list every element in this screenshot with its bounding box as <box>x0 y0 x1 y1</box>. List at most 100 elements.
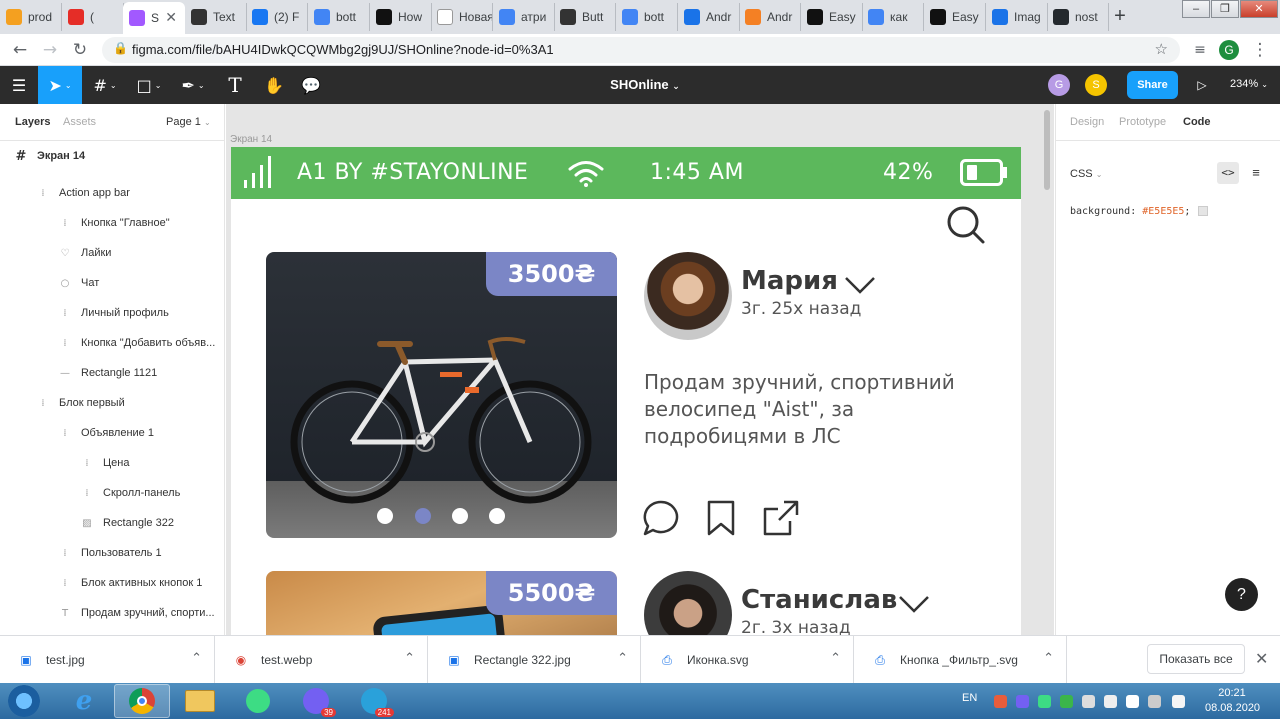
code-language-selector[interactable]: CSS ⌄ <box>1070 168 1102 180</box>
frame-label[interactable]: Экран 14 <box>230 134 272 145</box>
user-avatar[interactable] <box>644 571 732 635</box>
forward-icon[interactable]: → <box>38 38 62 62</box>
chevron-up-icon[interactable]: ⌃ <box>617 651 628 666</box>
browser-tab[interactable]: bott <box>616 3 678 31</box>
product-image[interactable]: 3500₴ <box>266 252 617 538</box>
internet-explorer-icon[interactable]: e <box>56 684 112 718</box>
tab-layers[interactable]: Layers <box>15 116 50 128</box>
tab-design[interactable]: Design <box>1070 116 1104 128</box>
document-title[interactable]: SHOnline ⌄ <box>560 77 730 92</box>
browser-tab[interactable]: ( <box>62 3 124 31</box>
tray-icon[interactable] <box>1060 695 1073 708</box>
layer-item[interactable]: ⁞ Блок первый <box>0 388 224 418</box>
layer-item[interactable]: ⁞ Цена <box>0 448 224 478</box>
move-tool-icon[interactable]: ➤ ⌄ <box>38 66 82 104</box>
chevron-down-icon[interactable] <box>898 595 930 613</box>
layer-item[interactable]: ⁞ Кнопка "Главное" <box>0 208 224 238</box>
browser-tab[interactable]: bott <box>308 3 370 31</box>
new-tab-button[interactable]: + <box>1106 5 1134 29</box>
layer-item[interactable]: ⁞ Скролл-панель <box>0 478 224 508</box>
download-item[interactable]: ⎙ Иконка.svg ⌃ <box>641 636 854 684</box>
hamburger-menu-icon[interactable]: ☰ <box>0 66 38 104</box>
tab-assets[interactable]: Assets <box>63 116 96 128</box>
present-play-icon[interactable]: ▷ <box>1190 66 1214 104</box>
share-button[interactable]: Share <box>1127 71 1178 99</box>
layer-item[interactable]: ○ Чат <box>0 268 224 298</box>
tray-icon[interactable] <box>1016 695 1029 708</box>
page-selector[interactable]: Page 1 ⌄ <box>166 116 211 128</box>
layer-item[interactable]: ⁞ Блок активных кнопок 1 <box>0 568 224 598</box>
comment-icon[interactable] <box>642 499 680 537</box>
tab-prototype[interactable]: Prototype <box>1119 116 1166 128</box>
browser-tab[interactable]: Easy <box>801 3 863 31</box>
comment-tool-icon[interactable]: 💬 <box>294 66 328 104</box>
browser-tab[interactable]: Easy <box>924 3 986 31</box>
chevron-down-icon[interactable] <box>844 276 876 294</box>
phone-frame[interactable]: A1 BY #STAYONLINE 1:45 AM 42% 3500₴ Мари… <box>231 147 1021 635</box>
browser-tab[interactable]: Imag <box>986 3 1048 31</box>
browser-tab[interactable]: Andr <box>739 3 801 31</box>
chevron-up-icon[interactable]: ⌃ <box>191 651 202 666</box>
frame-tool-icon[interactable]: # ⌄ <box>84 66 126 104</box>
download-item[interactable]: ⎙ Кнопка _Фильтр_.svg ⌃ <box>854 636 1067 684</box>
figma-canvas[interactable]: Экран 14 A1 BY #STAYONLINE 1:45 AM 42% 3… <box>226 104 1054 635</box>
product-image[interactable]: 5500₴ <box>266 571 617 635</box>
tray-icon[interactable] <box>1082 695 1095 708</box>
carousel-dot[interactable] <box>452 508 468 524</box>
chevron-up-icon[interactable]: ⌃ <box>1043 651 1054 666</box>
list-view-icon[interactable]: ≡ <box>1245 162 1267 184</box>
close-window-button[interactable]: ✕ <box>1240 0 1278 18</box>
layer-item[interactable]: ⁞ Action app bar <box>0 178 224 208</box>
signal-tray-icon[interactable] <box>1126 695 1139 708</box>
start-button[interactable] <box>4 684 44 718</box>
layer-item[interactable]: T Продам зручний, спорти... <box>0 598 224 628</box>
back-icon[interactable]: ← <box>8 38 32 62</box>
css-code-line[interactable]: background: #E5E5E5; <box>1070 206 1209 217</box>
language-indicator[interactable]: EN <box>962 692 977 704</box>
telegram-icon[interactable]: 241 <box>346 684 402 718</box>
tray-icon[interactable] <box>1148 695 1161 708</box>
url-text[interactable]: figma.com/file/bAHU4IDwkQCQWMbg2gj9UJ/SH… <box>132 42 554 57</box>
browser-tab[interactable]: Новая вк <box>431 3 493 31</box>
carousel-dot-active[interactable] <box>415 508 431 524</box>
pen-tool-icon[interactable]: ✒ ⌄ <box>172 66 214 104</box>
menu-dots-icon[interactable]: ⋮ <box>1248 38 1272 62</box>
reload-icon[interactable]: ↻ <box>68 38 92 62</box>
layer-item[interactable]: ⁞ Объявление 1 <box>0 418 224 448</box>
zoom-level[interactable]: 234% ⌄ <box>1230 78 1268 90</box>
text-tool-icon[interactable]: T <box>216 66 254 104</box>
bookmark-icon[interactable] <box>702 499 740 537</box>
layer-item[interactable]: ⁞ Пользователь 1 <box>0 538 224 568</box>
chrome-taskbar-icon[interactable] <box>114 684 170 718</box>
browser-tab[interactable]: атри <box>493 3 555 31</box>
tray-icon[interactable] <box>1038 695 1051 708</box>
volume-icon[interactable] <box>1172 695 1185 708</box>
chevron-up-icon[interactable]: ⌃ <box>830 651 841 666</box>
layer-item[interactable]: — Rectangle 1121 <box>0 358 224 388</box>
system-clock[interactable]: 20:21 08.08.2020 <box>1205 686 1260 716</box>
browser-tab[interactable]: Butt <box>554 3 616 31</box>
viber-icon[interactable]: 39 <box>288 684 344 718</box>
help-button[interactable]: ? <box>1225 578 1258 611</box>
maximize-button[interactable]: ❐ <box>1211 0 1239 18</box>
show-all-downloads-button[interactable]: Показать все <box>1147 644 1245 674</box>
carousel-dot[interactable] <box>377 508 393 524</box>
user-name[interactable]: Мария <box>741 266 838 296</box>
file-explorer-icon[interactable] <box>172 684 228 718</box>
share-icon[interactable] <box>762 499 800 537</box>
browser-tab[interactable]: S ✕ <box>123 2 185 34</box>
user-avatar[interactable] <box>644 252 732 340</box>
download-item[interactable]: ▣ test.jpg ⌃ <box>0 636 215 684</box>
code-view-icon[interactable]: <> <box>1217 162 1239 184</box>
close-icon[interactable]: ✕ <box>1255 649 1268 668</box>
tray-icon[interactable] <box>1104 695 1117 708</box>
profile-avatar[interactable]: G <box>1219 40 1239 60</box>
layer-item[interactable]: ⁞ Личный профиль <box>0 298 224 328</box>
bookmark-star-icon[interactable]: ☆ <box>1155 40 1168 58</box>
chevron-up-icon[interactable]: ⌃ <box>404 651 415 666</box>
app-icon[interactable] <box>230 684 286 718</box>
download-item[interactable]: ◉ test.webp ⌃ <box>215 636 428 684</box>
user-name[interactable]: Станислав <box>741 585 897 615</box>
browser-tab[interactable]: Text <box>185 3 247 31</box>
shape-tool-icon[interactable]: □ ⌄ <box>128 66 170 104</box>
